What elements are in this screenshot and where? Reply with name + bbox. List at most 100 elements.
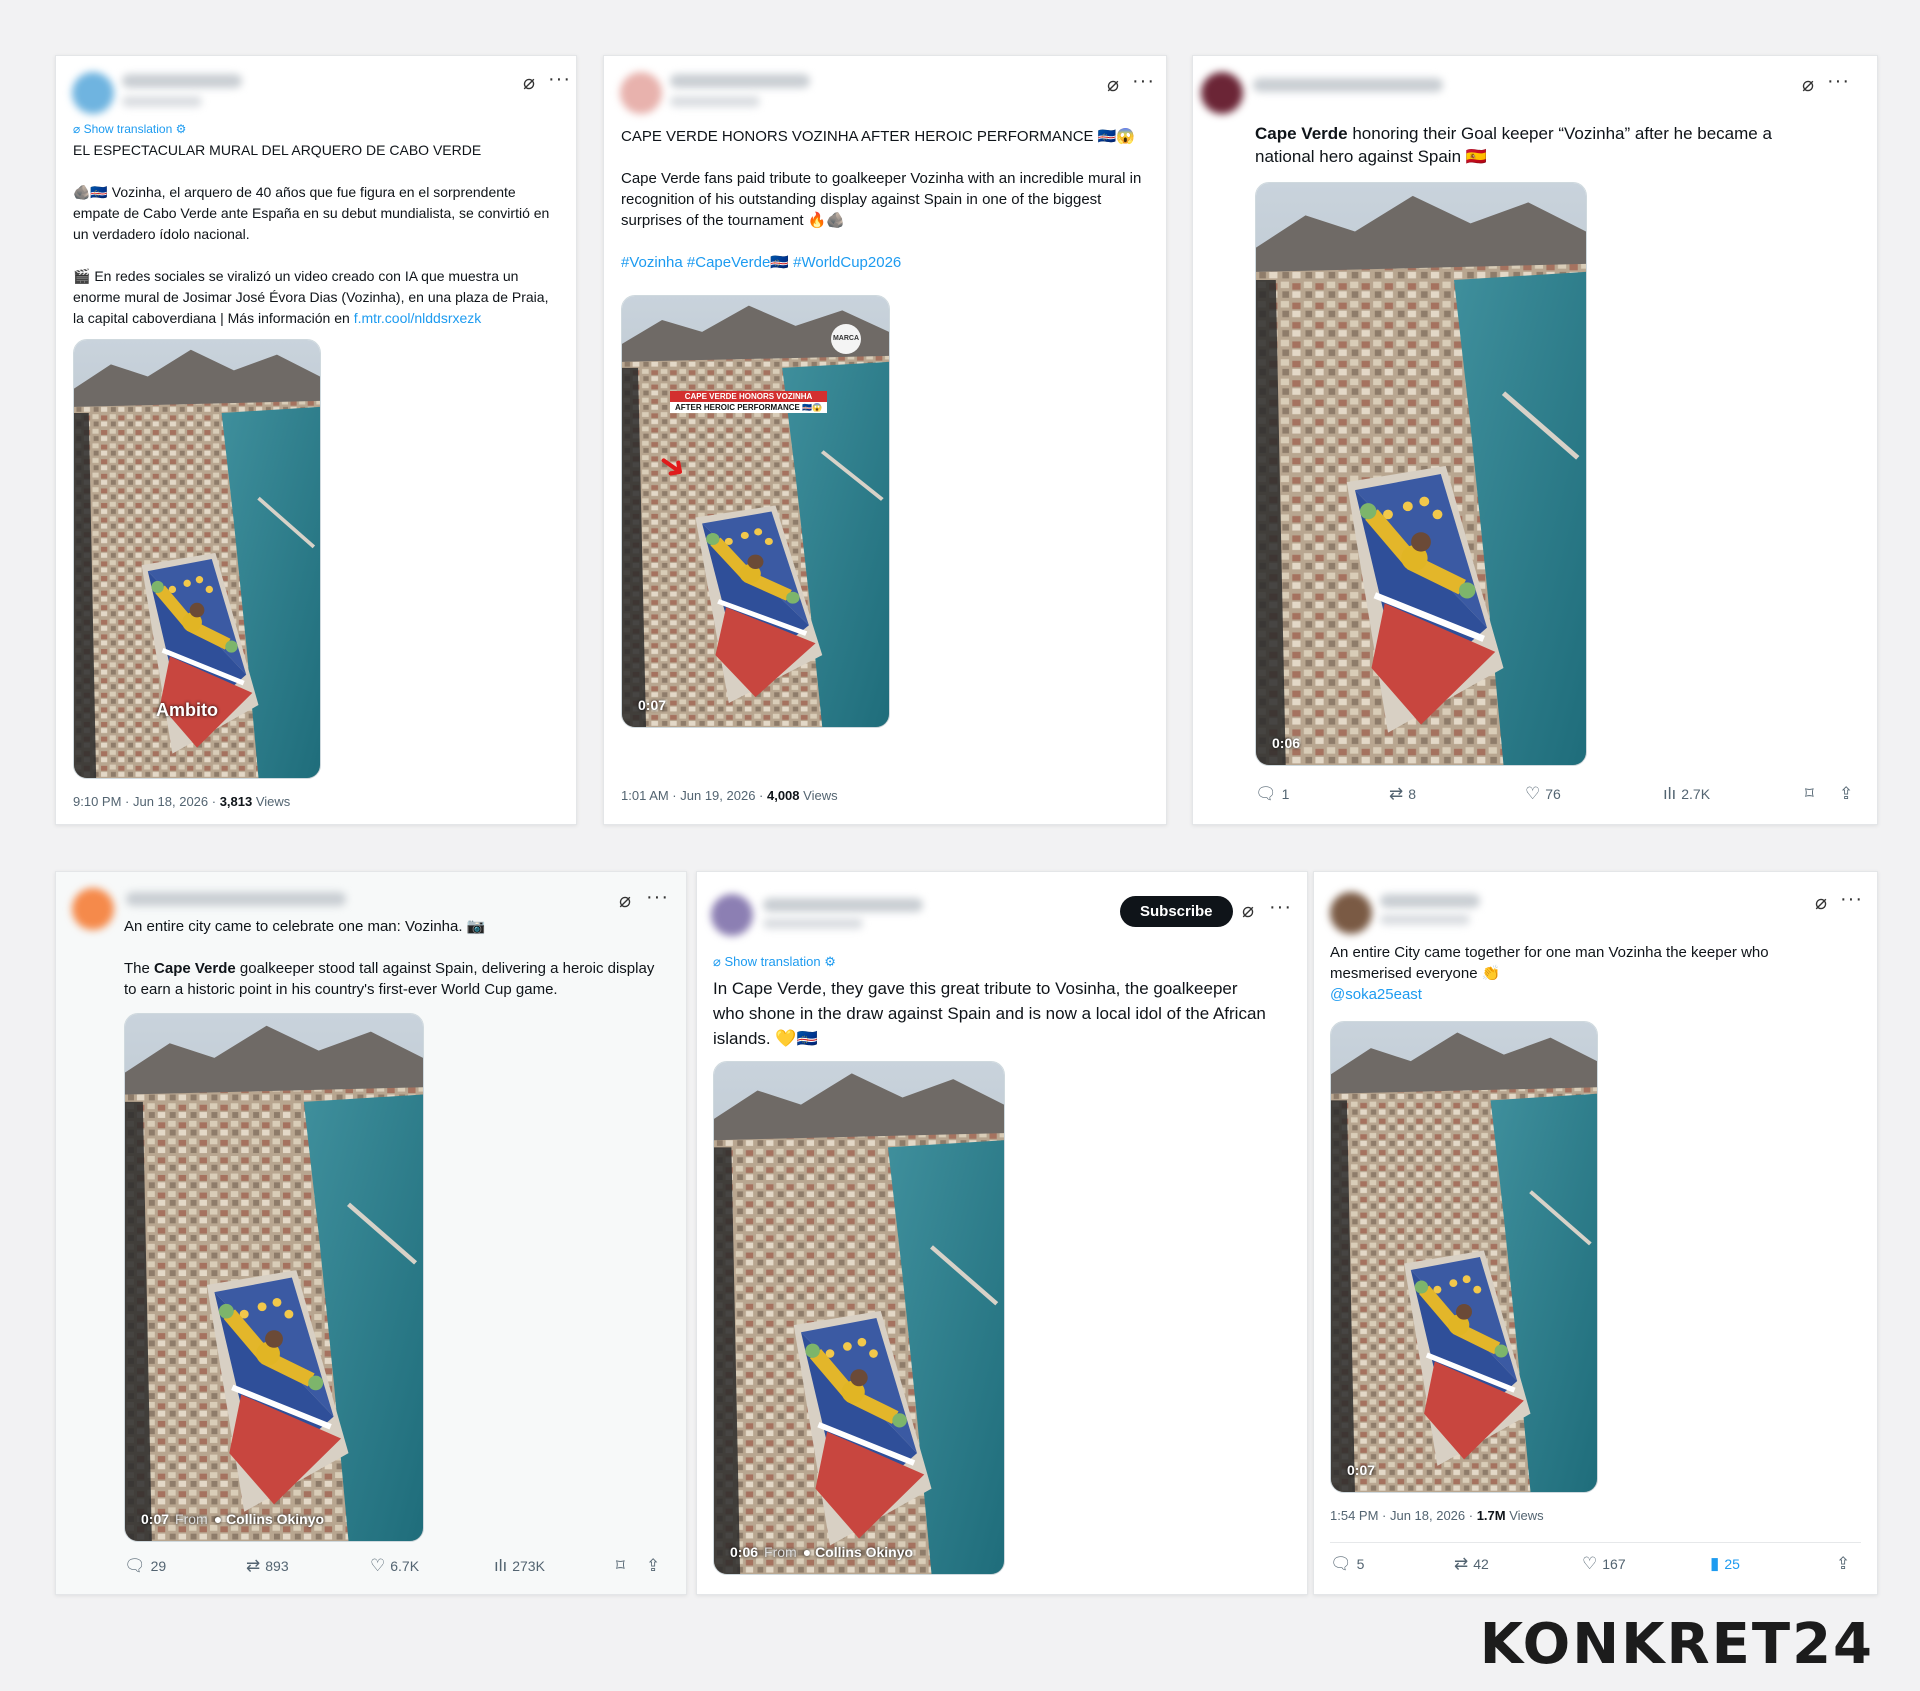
reply-button[interactable]: 🗨 1	[1255, 784, 1289, 804]
post-text: EL ESPECTACULAR MURAL DEL ARQUERO DE CAB…	[73, 142, 554, 326]
video-overlay-caption: CAPE VERDE HONORS VOZINHA AFTER HEROIC P…	[670, 391, 828, 413]
retweet-icon: ⇄	[1389, 784, 1404, 803]
hashtags[interactable]: #Vozinha #CapeVerde🇨🇻 #WorldCup2026	[621, 254, 901, 271]
bookmark-count-button[interactable]: ▮ 25	[1710, 1554, 1740, 1574]
repost-button[interactable]: ⇄ 893	[246, 1556, 289, 1576]
share-icon: ⇪	[646, 1556, 661, 1575]
action-bar: 🗨 1 ⇄ 8 ♡ 76 ılı 2.7K ⌑ ⇪	[1255, 784, 1860, 806]
post-text: An entire City came together for one man…	[1330, 944, 1773, 1003]
subscribe-button[interactable]: Subscribe	[1120, 896, 1233, 927]
video-duration: 0:06	[1272, 735, 1301, 751]
author-handle-blurred	[763, 918, 863, 929]
retweet-icon: ⇄	[1454, 1554, 1469, 1573]
author-name-blurred	[126, 892, 346, 906]
grok-icon[interactable]: ⌀	[523, 70, 535, 95]
author-handle-blurred	[1380, 914, 1470, 925]
action-bar: 🗨 29 ⇄ 893 ♡ 6.7K ılı 273K ⌑ ⇪	[124, 1556, 669, 1578]
post-text: In Cape Verde, they gave this great trib…	[713, 979, 1271, 1048]
bookmark-icon: ⌑	[616, 1556, 625, 1575]
show-translation-link[interactable]: ⌀ Show translation ⚙	[73, 122, 186, 136]
share-button[interactable]: ⇪	[1839, 784, 1853, 804]
author-name-blurred	[1253, 78, 1443, 92]
action-bar: 🗨 5 ⇄ 42 ♡ 167 ▮ 25 ⇪	[1330, 1554, 1850, 1576]
post-card-5[interactable]: Subscribe ⌀ ··· ⌀ Show translation ⚙ In …	[696, 871, 1308, 1595]
author-name-blurred	[1380, 894, 1480, 908]
avatar[interactable]	[72, 888, 114, 930]
views-button[interactable]: ılı 273K	[494, 1556, 545, 1576]
heart-icon: ♡	[1525, 784, 1541, 803]
post-card-6[interactable]: ⌀ ··· An entire City came together for o…	[1313, 871, 1878, 1595]
share-button[interactable]: ⇪	[1836, 1554, 1850, 1574]
video-duration: 0:07	[638, 697, 667, 713]
post-meta: 1:01 AM · Jun 19, 2026 · 4,008 Views	[621, 788, 838, 803]
divider	[1330, 1542, 1861, 1543]
avatar[interactable]	[72, 72, 114, 114]
post-video[interactable]: 0:07	[1330, 1021, 1598, 1493]
more-icon[interactable]: ···	[548, 68, 571, 91]
more-icon[interactable]: ···	[1840, 888, 1863, 911]
reply-icon: 🗨	[1330, 1554, 1352, 1573]
post-meta: 1:54 PM · Jun 18, 2026 · 1.7M Views	[1330, 1508, 1544, 1523]
reply-icon: 🗨	[1255, 784, 1277, 803]
mention-link[interactable]: @soka25east	[1330, 986, 1422, 1003]
like-button[interactable]: ♡ 6.7K	[370, 1556, 419, 1576]
author-handle-blurred	[122, 96, 202, 107]
post-video[interactable]: 0:06 From ● Collins Okinyo	[713, 1061, 1005, 1575]
video-duration-source: 0:07 From ● Collins Okinyo	[141, 1511, 325, 1527]
video-duration-source: 0:06 From ● Collins Okinyo	[730, 1544, 914, 1560]
post-text: An entire city came to celebrate one man…	[124, 918, 659, 998]
post-meta: 9:10 PM · Jun 18, 2026 · 3,813 Views	[73, 794, 291, 809]
post-video[interactable]: Ambito	[73, 339, 321, 779]
post-card-4[interactable]: ⌀ ··· An entire city came to celebrate o…	[55, 871, 687, 1595]
bookmark-icon: ▮	[1710, 1554, 1720, 1573]
avatar[interactable]	[711, 894, 753, 936]
author-name-blurred	[670, 74, 810, 88]
more-icon[interactable]: ···	[1132, 70, 1155, 93]
views-icon: ılı	[494, 1556, 508, 1575]
views-icon: ılı	[1663, 784, 1677, 803]
grok-icon[interactable]: ⌀	[619, 888, 631, 913]
more-icon[interactable]: ···	[646, 886, 669, 909]
repost-button[interactable]: ⇄ 42	[1454, 1554, 1489, 1574]
heart-icon: ♡	[370, 1556, 386, 1575]
heart-icon: ♡	[1582, 1554, 1598, 1573]
bookmark-button[interactable]: ⌑	[1805, 784, 1814, 804]
more-icon[interactable]: ···	[1269, 896, 1292, 919]
post-video[interactable]: 0:07 From ● Collins Okinyo	[124, 1013, 424, 1542]
avatar[interactable]	[620, 72, 662, 114]
like-button[interactable]: ♡ 76	[1525, 784, 1561, 804]
post-video[interactable]: 0:06	[1255, 182, 1587, 766]
konkret24-logo: KONKRET24	[1479, 1612, 1874, 1677]
bookmark-button[interactable]: ⌑	[616, 1556, 625, 1576]
views-button[interactable]: ılı 2.7K	[1663, 784, 1710, 804]
marca-badge: MARCA	[831, 324, 861, 354]
grok-icon[interactable]: ⌀	[1802, 72, 1814, 97]
reply-icon: 🗨	[124, 1556, 146, 1575]
post-link[interactable]: f.mtr.cool/nlddsrxezk	[354, 310, 482, 326]
like-button[interactable]: ♡ 167	[1582, 1554, 1626, 1574]
grok-icon[interactable]: ⌀	[1107, 72, 1119, 97]
watermark-text: Ambito	[156, 700, 218, 720]
video-duration: 0:07	[1347, 1462, 1376, 1478]
more-icon[interactable]: ···	[1827, 70, 1850, 93]
share-button[interactable]: ⇪	[646, 1556, 660, 1576]
avatar[interactable]	[1201, 72, 1243, 114]
author-handle-blurred	[670, 96, 760, 107]
post-card-2[interactable]: ⌀ ··· CAPE VERDE HONORS VOZINHA AFTER HE…	[603, 55, 1167, 825]
show-translation-link[interactable]: ⌀ Show translation ⚙	[713, 954, 836, 970]
author-name-blurred	[122, 74, 242, 88]
share-icon: ⇪	[1839, 784, 1854, 803]
post-card-3[interactable]: ⌀ ··· Cape Verde honoring their Goal kee…	[1192, 55, 1878, 825]
post-video[interactable]: CAPE VERDE HONORS VOZINHA AFTER HEROIC P…	[621, 295, 890, 728]
post-text: CAPE VERDE HONORS VOZINHA AFTER HEROIC P…	[621, 128, 1146, 271]
grok-icon[interactable]: ⌀	[1242, 898, 1254, 923]
avatar[interactable]	[1330, 892, 1372, 934]
grok-icon[interactable]: ⌀	[1815, 890, 1827, 915]
reply-button[interactable]: 🗨 29	[124, 1556, 166, 1576]
post-text: Cape Verde honoring their Goal keeper “V…	[1255, 124, 1777, 166]
post-card-1[interactable]: ⌀ ··· ⌀ Show translation ⚙ EL ESPECTACUL…	[55, 55, 577, 825]
reply-button[interactable]: 🗨 5	[1330, 1554, 1364, 1574]
author-name-blurred	[763, 898, 923, 912]
retweet-icon: ⇄	[246, 1556, 261, 1575]
repost-button[interactable]: ⇄ 8	[1389, 784, 1416, 804]
